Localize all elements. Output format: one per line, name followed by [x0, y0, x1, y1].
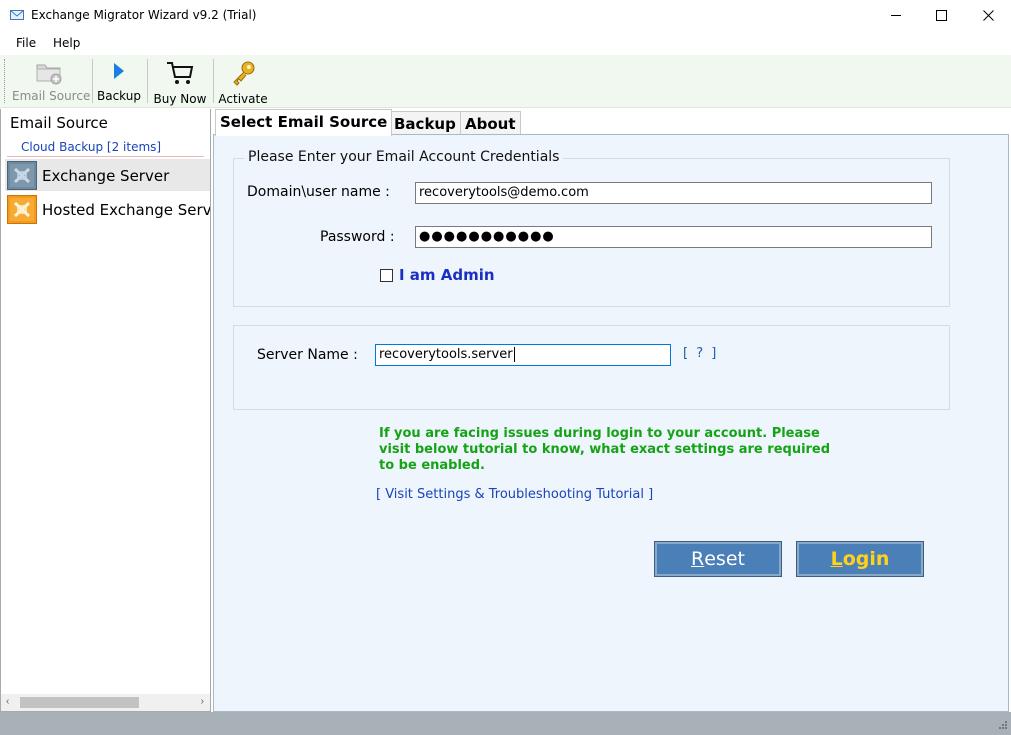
tab-backup[interactable]: Backup: [389, 111, 461, 135]
password-label: Password :: [320, 229, 395, 245]
sidebar-group-cloud-backup[interactable]: Cloud Backup [2 items]: [21, 140, 161, 154]
sidebar-header: Email Source: [10, 114, 108, 132]
server-help-link[interactable]: [ ? ]: [683, 346, 718, 361]
toolbar-separator: [147, 59, 148, 103]
title-bar: Exchange Migrator Wizard v9.2 (Trial): [0, 0, 1011, 31]
sidebar-item-label: Exchange Server: [42, 167, 170, 185]
window-title: Exchange Migrator Wizard v9.2 (Trial): [31, 8, 257, 22]
main-content: Please Enter your Email Account Credenti…: [213, 134, 1009, 712]
login-issue-notice: If you are facing issues during login to…: [379, 426, 839, 474]
reset-button[interactable]: Reset: [654, 541, 782, 577]
play-arrow-icon: [114, 63, 124, 79]
text-caret: [513, 347, 515, 362]
toolbar-separator: [213, 59, 214, 103]
activate-button[interactable]: Activate: [218, 59, 268, 106]
admin-checkbox[interactable]: [380, 269, 393, 282]
activate-label: Activate: [218, 92, 268, 106]
minimize-button[interactable]: [873, 0, 919, 31]
server-group: Server Name : recoverytools.server [ ? ]: [233, 325, 950, 410]
sidebar: Email Source Cloud Backup [2 items] Exch…: [0, 109, 211, 712]
domain-user-input[interactable]: recoverytools@demo.com: [415, 182, 932, 204]
maximize-icon: [935, 10, 947, 21]
menu-file[interactable]: File: [16, 36, 36, 50]
email-source-button[interactable]: Email Source: [12, 59, 91, 105]
backup-label: Backup: [97, 89, 141, 103]
login-label: ogin: [842, 548, 890, 570]
toolbar-separator: [92, 59, 93, 103]
scroll-left-icon[interactable]: ‹: [6, 696, 9, 707]
buy-now-label: Buy Now: [153, 92, 207, 106]
sidebar-horizontal-scrollbar[interactable]: ‹ ›: [1, 694, 210, 711]
notice-line: to be enabled.: [379, 458, 485, 473]
server-name-label: Server Name :: [257, 347, 358, 363]
notice-line: If you are facing issues during login to…: [379, 426, 820, 441]
domain-label: Domain\user name :: [247, 184, 390, 200]
scrollbar-thumb[interactable]: [20, 697, 139, 708]
buy-now-button[interactable]: Buy Now: [152, 59, 208, 106]
key-icon: [233, 61, 255, 86]
minimize-icon: [890, 15, 901, 16]
backup-button[interactable]: Backup: [96, 59, 142, 105]
login-mnemonic: L: [830, 548, 843, 570]
sidebar-group-divider: [7, 156, 204, 157]
toolbar-grip: [4, 59, 7, 103]
resize-grip-icon[interactable]: [996, 720, 1008, 732]
shopping-cart-icon: [167, 62, 194, 84]
hosted-exchange-icon: [7, 195, 37, 224]
tutorial-link[interactable]: [ Visit Settings & Troubleshooting Tutor…: [376, 487, 653, 502]
sidebar-item-hosted-exchange[interactable]: Hosted Exchange Serv: [5, 193, 210, 225]
notice-line: visit below tutorial to know, what exact…: [379, 442, 831, 457]
maximize-button[interactable]: [918, 0, 964, 31]
sidebar-item-exchange-server[interactable]: Exchange Server: [5, 159, 210, 191]
toolbar: Email Source Backup Buy Now Activate: [0, 55, 1011, 108]
status-bar: [0, 712, 1011, 735]
reset-mnemonic: R: [691, 548, 705, 570]
login-button[interactable]: Login: [796, 541, 924, 577]
tab-strip: Select Email Source Backup About: [212, 109, 1011, 136]
close-icon: [982, 10, 994, 21]
credentials-group: Please Enter your Email Account Credenti…: [233, 149, 950, 307]
folder-add-icon: [36, 64, 62, 85]
menu-help[interactable]: Help: [53, 36, 80, 50]
scroll-right-icon[interactable]: ›: [201, 696, 204, 707]
menu-bar: File Help: [0, 31, 1011, 55]
reset-label: eset: [704, 548, 745, 570]
tab-about[interactable]: About: [460, 111, 521, 135]
server-name-value: recoverytools.server: [379, 347, 513, 362]
credentials-legend: Please Enter your Email Account Credenti…: [244, 149, 564, 165]
server-name-input[interactable]: recoverytools.server: [375, 344, 671, 366]
password-input[interactable]: ●●●●●●●●●●●: [415, 226, 932, 248]
tab-select-email-source[interactable]: Select Email Source: [215, 109, 393, 136]
admin-label[interactable]: I am Admin: [399, 266, 495, 284]
sidebar-item-label: Hosted Exchange Serv: [42, 201, 211, 219]
close-button[interactable]: [965, 0, 1011, 31]
email-source-label: Email Source: [12, 89, 91, 103]
exchange-server-icon: [7, 161, 37, 190]
app-envelope-icon: [10, 10, 24, 20]
